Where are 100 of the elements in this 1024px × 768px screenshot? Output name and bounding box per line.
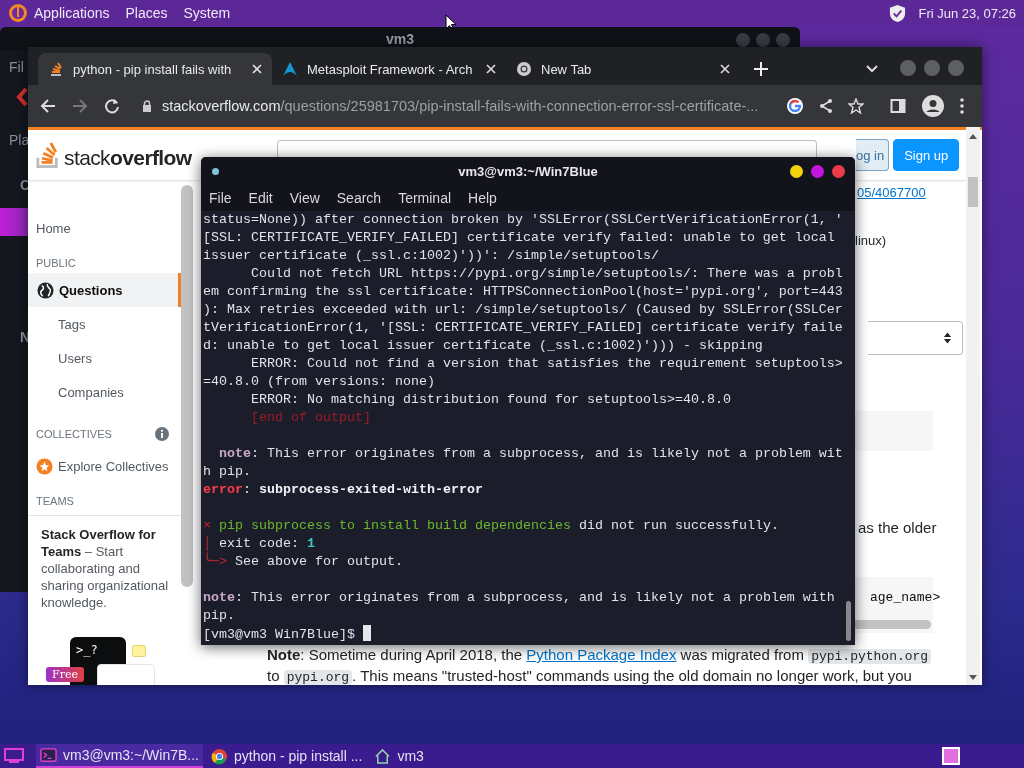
link[interactable]: 05/4067700 (857, 185, 926, 200)
taskbar-button[interactable]: vm3@vm3:~/Win7B... (36, 744, 203, 768)
scrollbar[interactable] (181, 185, 193, 587)
terminal-line: [SSL: CERTIFICATE_VERIFY_FAILED] certificate verify failed: unable to get local (203, 229, 835, 247)
chevron-down-icon[interactable] (866, 65, 878, 73)
scroll-up-arrow-icon[interactable] (969, 133, 977, 139)
scrollbar[interactable] (966, 127, 980, 685)
menu-item[interactable]: File (209, 190, 232, 206)
terminal-line: note: This error originates from a subprocess, and is likely not a problem with (203, 589, 835, 607)
side-panel-icon[interactable] (890, 98, 906, 114)
sidebar-item[interactable]: Home (28, 211, 181, 245)
stack-logo-icon (48, 61, 64, 77)
terminal-line: ERROR: No matching distribution found for setuptools>=40.8.0 (250, 391, 731, 409)
scrollbar[interactable] (853, 620, 931, 629)
shield-icon[interactable] (889, 3, 907, 23)
sidebar-item[interactable]: Tags (28, 307, 181, 341)
close-icon[interactable] (252, 64, 262, 74)
lock-icon (142, 100, 152, 112)
clock[interactable]: Fri Jun 23, 07:26 (918, 5, 1016, 21)
terminal-line: status=None)) after connection broken by 'SSLError(SSLCertVerificationError(1, ' (203, 211, 843, 229)
mountain-icon (282, 61, 298, 77)
terminal-line: =40.8.0 (from versions: none) (203, 373, 435, 391)
sidebar-item[interactable]: Users (28, 341, 181, 375)
close-icon[interactable] (486, 64, 496, 74)
free-badge: Free (46, 667, 84, 682)
link[interactable]: Python Package Index (526, 646, 677, 663)
reload-icon[interactable] (104, 98, 120, 114)
scrollbar-thumb[interactable] (968, 177, 978, 207)
up-down-arrows-icon (943, 331, 952, 345)
panel-menu[interactable]: System (183, 5, 231, 21)
plus-icon[interactable] (754, 62, 768, 76)
close-icon[interactable] (720, 64, 730, 74)
terminal-line: × pip subprocess to install build dependencies did not run successfully. (203, 517, 779, 535)
window-title: vm3@vm3:~/Win7Blue (458, 163, 598, 179)
menu-text: Pla (9, 132, 30, 148)
menu-text: Fil (9, 59, 24, 75)
monitor-icon[interactable] (4, 748, 24, 764)
menu-item[interactable]: Help (468, 190, 497, 206)
google-logo-icon[interactable] (786, 97, 804, 115)
panel-menu[interactable]: Places (125, 5, 168, 21)
window-title: vm3 (386, 31, 414, 47)
terminal-line: ): Max retries exceeded with url: /simple/setuptools/ (Caused by SSLError(SSLCer (203, 301, 843, 319)
terminal-line: em confirming the ssl certificate: HTTPSConnectionPool(host='pypi.org', port=443 (203, 283, 843, 301)
taskbar-button[interactable]: vm3 (370, 744, 428, 768)
search-field[interactable] (277, 140, 817, 157)
window-control-button[interactable] (790, 165, 803, 178)
menu-item[interactable]: View (289, 190, 320, 206)
menu-icon[interactable] (960, 98, 964, 114)
panel-menu[interactable]: Applications (34, 5, 110, 21)
sidebar-item[interactable]: Explore Collectives (28, 449, 181, 483)
avatar-icon[interactable] (922, 95, 944, 117)
highlight-bar (0, 208, 28, 236)
body-paragraph: Note: Sometime during April 2018, the Python Package Index was migrated from pypi.python.org to pypi.org . This means "trusted-host" commands using the old domain no longer work, but you (267, 645, 947, 685)
section-heading: PUBLIC (35, 257, 77, 269)
browser-logo-icon (210, 747, 228, 765)
menu-item[interactable]: Edit (248, 190, 273, 206)
speech-bubble-icon (132, 645, 146, 657)
workspace-switcher[interactable] (942, 747, 960, 765)
terminal-line: h pip. (203, 463, 251, 481)
share-icon[interactable] (818, 98, 834, 114)
browser-tab[interactable]: python - pip install fails with (38, 53, 272, 85)
globe-icon (37, 281, 54, 299)
back-arrow-icon[interactable] (40, 98, 56, 114)
terminal-line: │ exit code: 1 (203, 535, 315, 553)
info-icon[interactable] (155, 427, 169, 441)
menu-item[interactable]: Terminal (398, 190, 452, 206)
star-icon[interactable] (848, 98, 864, 114)
logo-wordmark[interactable]: stackoverflow (64, 146, 192, 170)
section-heading: COLLECTIVES (35, 428, 112, 440)
body-text: as the older (858, 519, 937, 536)
log-in-button[interactable]: og in (856, 139, 890, 171)
terminal-line: ╰─> See above for output. (203, 553, 403, 571)
browser-tab[interactable]: New Tab (506, 53, 740, 85)
window-menu-icon[interactable] (212, 168, 219, 175)
sidebar-item[interactable]: Companies (28, 375, 181, 409)
forward-arrow-icon[interactable] (72, 98, 88, 114)
body-text: linux) (855, 233, 887, 248)
home-icon (374, 747, 392, 765)
terminal-line: ERROR: Could not find a version that satisfies the requirement setuptools> (250, 355, 843, 373)
scrollbar-thumb[interactable] (846, 601, 851, 641)
section-heading: TEAMS (35, 495, 75, 507)
menu-item[interactable]: Search (336, 190, 382, 206)
system-logo-icon[interactable] (8, 3, 28, 23)
scroll-down-arrow-icon[interactable] (969, 675, 977, 681)
stack-logo-icon[interactable] (36, 140, 60, 170)
select-field[interactable] (868, 321, 963, 355)
browser-tab[interactable]: Metasploit Framework - Arch (272, 53, 506, 85)
terminal-line: tVerificationError(1, '[SSL: CERTIFICATE_VERIFY_FAILED] certificate verify faile (203, 319, 843, 337)
terminal-line: note: This error originates from a subprocess, and is likely not a problem wit (218, 445, 843, 463)
sidebar-item[interactable]: Questions (28, 273, 181, 307)
terminal-line: pip. (203, 607, 235, 625)
chevron-icon[interactable] (16, 87, 28, 107)
taskbar-button[interactable]: python - pip install ... (206, 744, 367, 768)
promo-text: Stack Overflow for Teams – Start collaborating and sharing organizational knowledge. (41, 526, 170, 611)
terminal-icon (40, 746, 57, 764)
terminal-line: issuer certificate (_ssl.c:1002)'))': /simple/setuptools/ (203, 247, 659, 265)
code-text: age_name> (870, 590, 941, 605)
terminal-line: d: unable to get local issuer certificate (_ssl.c:1002)'))) - skipping (203, 337, 763, 355)
shell-prompt: [vm3@vm3 Win7Blue]$ (203, 625, 371, 643)
browser-logo-icon (516, 61, 532, 77)
